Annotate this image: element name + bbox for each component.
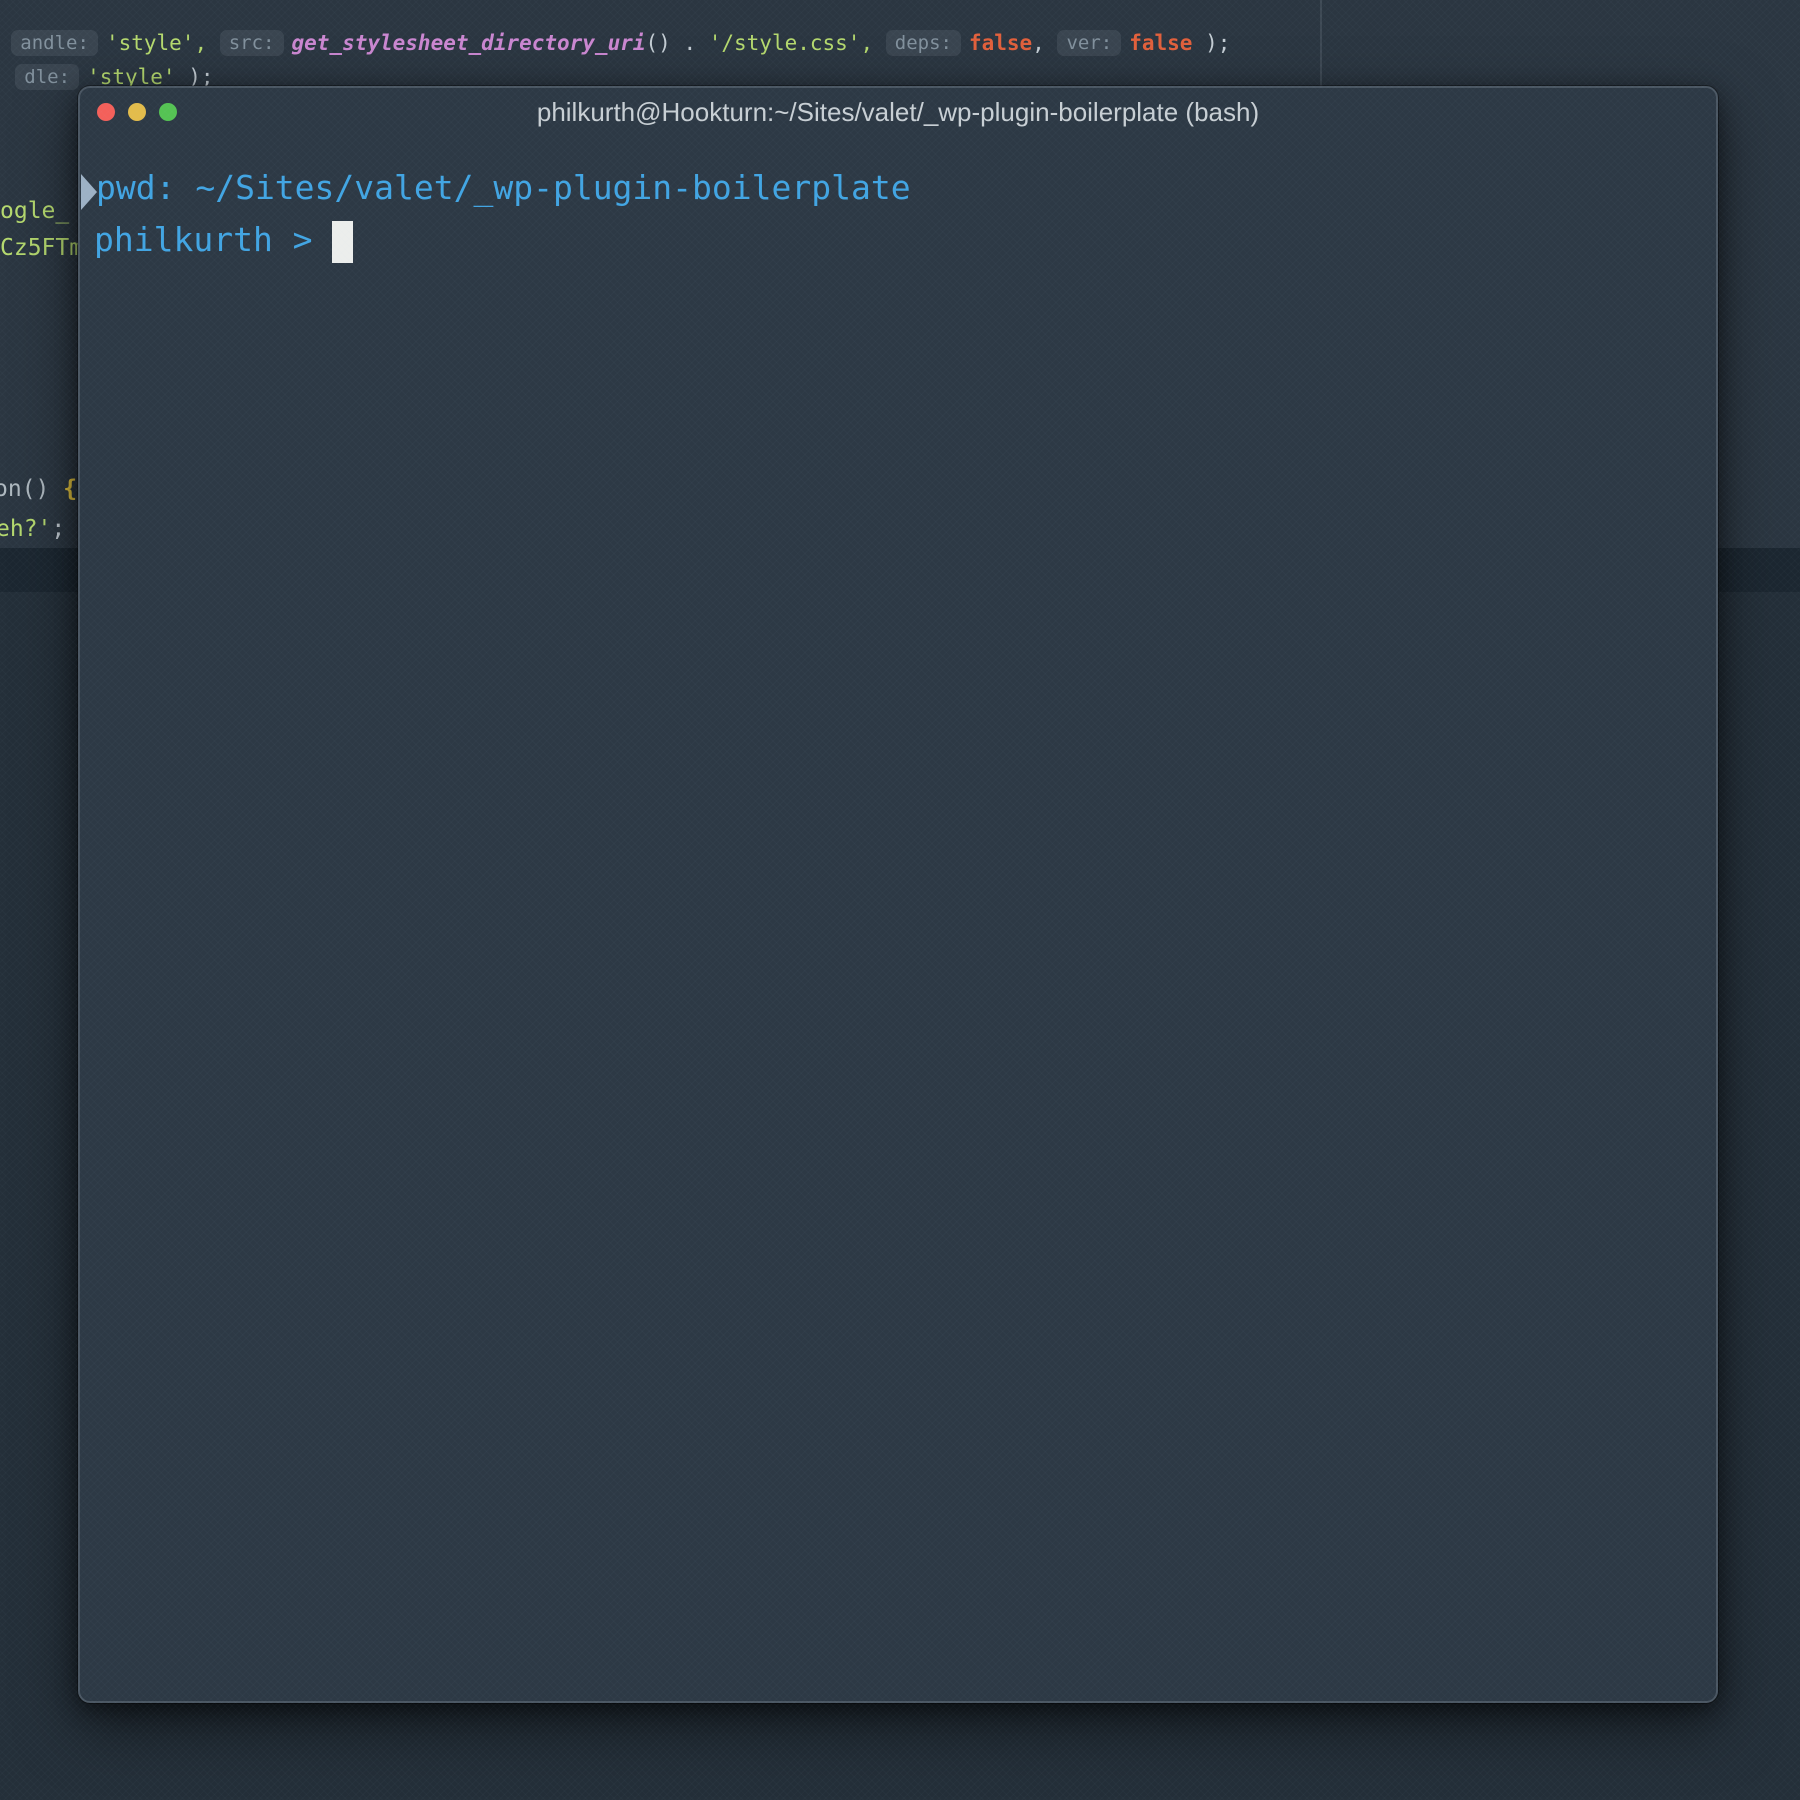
terminal-block-cursor xyxy=(332,221,353,263)
param-hint-ver: ver: xyxy=(1057,30,1121,56)
code-fragment-string: eh?'; xyxy=(0,514,65,544)
code-keyword-false: false xyxy=(1129,31,1192,55)
window-title: philkurth@Hookturn:~/Sites/valet/_wp-plu… xyxy=(80,97,1716,128)
param-hint-deps: deps: xyxy=(886,30,961,56)
code-keyword-false: false xyxy=(969,31,1032,55)
code-punctuation: () . xyxy=(646,31,709,55)
terminal-prompt-text: philkurth > xyxy=(94,220,332,260)
terminal-window[interactable]: philkurth@Hookturn:~/Sites/valet/_wp-plu… xyxy=(78,86,1718,1703)
close-button[interactable] xyxy=(97,103,115,121)
code-line-2: dle:'style' ); xyxy=(0,32,214,92)
param-hint-src: src: xyxy=(220,30,284,56)
code-fragment-brace: { xyxy=(63,476,77,502)
traffic-lights xyxy=(97,88,177,136)
code-fragment-hash: Cz5FTm xyxy=(0,233,83,263)
prompt-marker-icon xyxy=(81,174,97,210)
code-fragment-function: on() { xyxy=(0,474,77,504)
terminal-pwd-line: pwd: ~/Sites/valet/_wp-plugin-boilerplat… xyxy=(96,168,911,208)
code-fragment-string-text: eh?' xyxy=(0,516,51,542)
minimize-button[interactable] xyxy=(128,103,146,121)
code-string-stylecss: '/style.css', xyxy=(709,31,886,55)
param-hint-handle: dle: xyxy=(15,64,79,90)
terminal-content[interactable]: pwd: ~/Sites/valet/_wp-plugin-boilerplat… xyxy=(80,136,1716,1701)
code-function-name: get_stylesheet_directory_uri xyxy=(292,31,646,55)
code-punctuation: , xyxy=(1032,31,1057,55)
terminal-prompt-line: philkurth > xyxy=(94,220,353,263)
code-punctuation: ); xyxy=(1192,31,1230,55)
zoom-button[interactable] xyxy=(159,103,177,121)
editor-column-guide xyxy=(1320,0,1322,86)
code-fragment-parens: on() xyxy=(0,476,63,502)
window-titlebar[interactable]: philkurth@Hookturn:~/Sites/valet/_wp-plu… xyxy=(80,88,1716,136)
code-fragment-semicolon: ; xyxy=(51,516,65,542)
code-fragment-google: ogle_ xyxy=(0,196,69,226)
